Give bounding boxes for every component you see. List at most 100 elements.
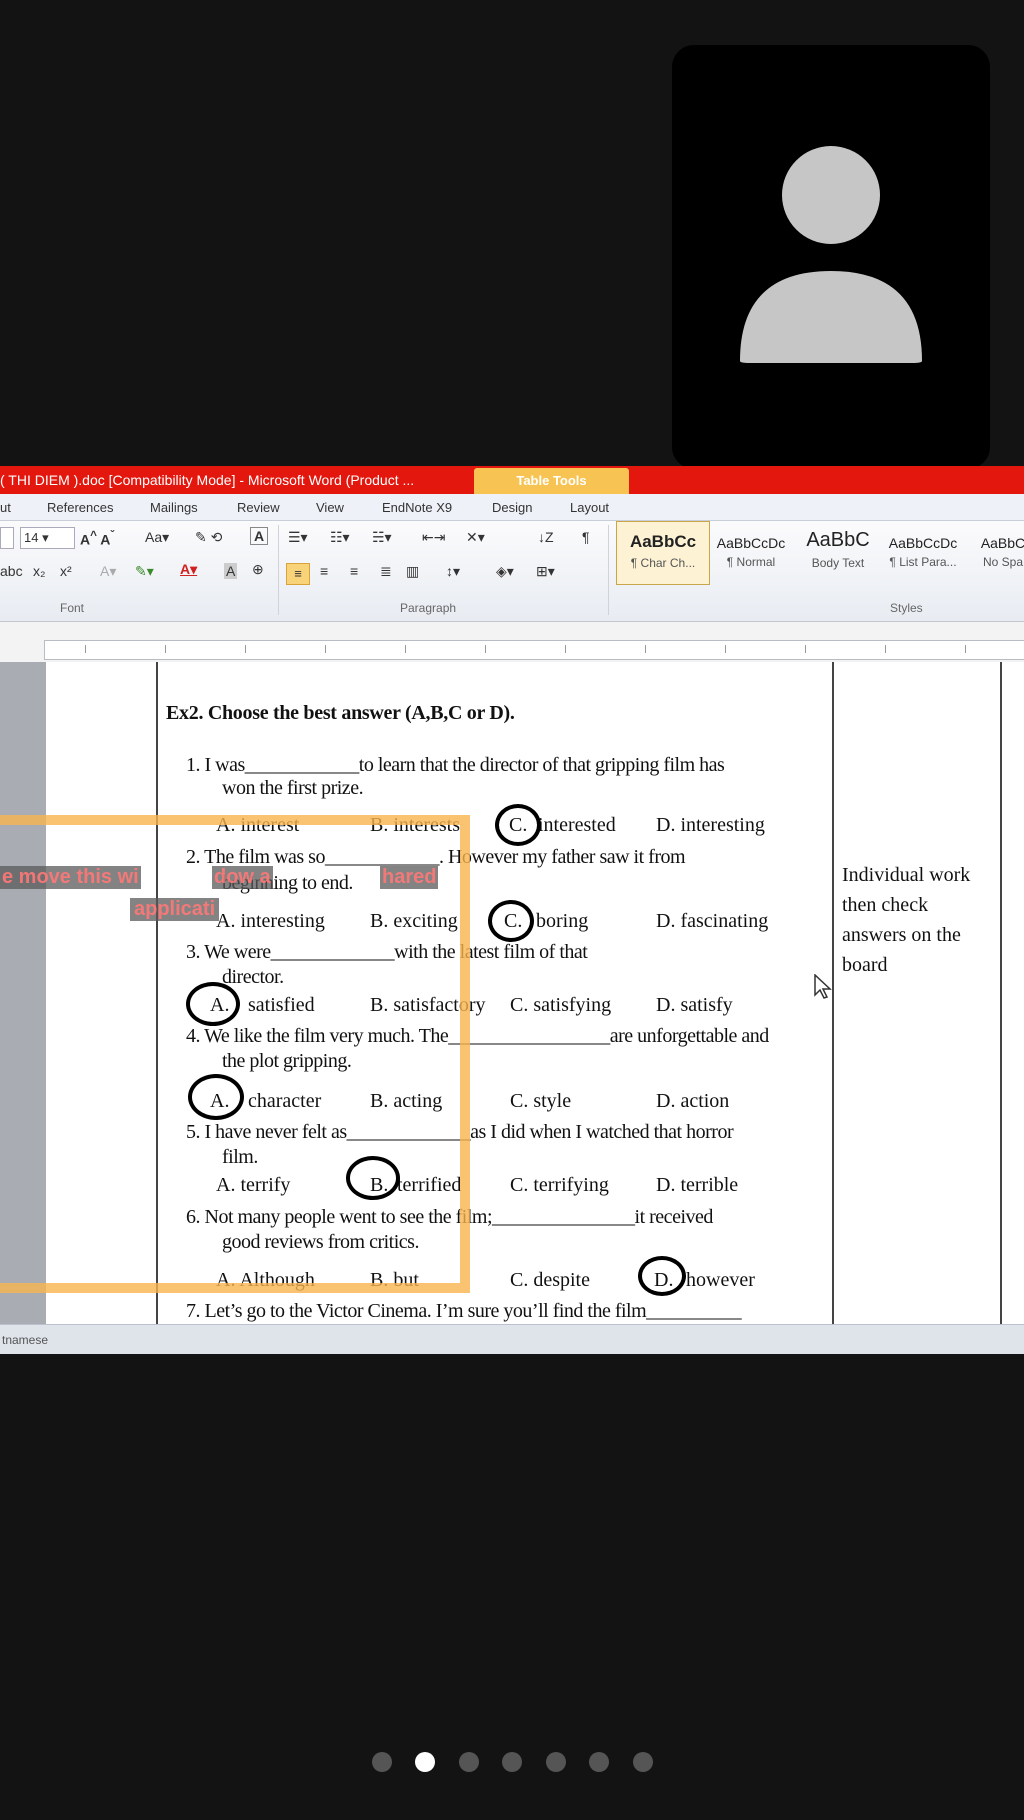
page-dot[interactable] — [545, 1752, 566, 1772]
q3-option-d: D. satisfy — [656, 994, 733, 1016]
align-center-icon[interactable]: ≡ — [320, 563, 328, 579]
tab-mailings[interactable]: Mailings — [150, 500, 198, 515]
bullets-icon[interactable]: ☰▾ — [288, 529, 308, 546]
style-normal[interactable]: AaBbCcDc ¶ Normal — [710, 521, 792, 583]
q2-option-c-text: boring — [536, 910, 589, 932]
q4-option-c: C. style — [510, 1090, 572, 1112]
window-title: ( THI DIEM ).doc [Compatibility Mode] - … — [0, 472, 415, 488]
line-spacing-icon[interactable]: ↕▾ — [446, 563, 460, 580]
ruler-tick — [805, 645, 806, 653]
q3-option-c: C. satisfying — [510, 994, 612, 1016]
ruler-tick — [885, 645, 886, 653]
multilevel-list-icon[interactable]: ☵▾ — [372, 529, 392, 546]
side-note-line: then check — [842, 894, 929, 916]
char-border-icon[interactable]: A — [250, 527, 269, 545]
page-dot[interactable] — [632, 1752, 653, 1772]
font-name-dropdown[interactable] — [0, 527, 14, 549]
tab-layout[interactable]: Layout — [570, 500, 609, 515]
strikethrough-icon[interactable]: abc — [0, 563, 23, 579]
enclose-char-icon[interactable]: ⊕ — [252, 561, 264, 578]
font-size-dropdown[interactable]: 14 ▾ — [20, 527, 75, 549]
style-name: Body Text — [811, 556, 865, 570]
style-preview: AaBbCc — [629, 532, 697, 551]
q6-option-d-text: however — [686, 1269, 755, 1291]
style-preview: AaBbC — [806, 529, 870, 551]
superscript-icon[interactable]: x² — [60, 563, 72, 579]
style-name: No Spa — [982, 555, 1024, 569]
question-1-line-2: won the first prize. — [222, 777, 364, 799]
distributed-icon[interactable]: ▥ — [406, 563, 419, 580]
answer-circle-q6 — [638, 1256, 686, 1296]
tab-review[interactable]: Review — [237, 500, 280, 515]
align-left-icon[interactable]: ≡ — [286, 563, 310, 585]
side-note-line: answers on the — [842, 924, 961, 946]
q5-option-c: C. terrifying — [510, 1174, 609, 1196]
sort-icon[interactable]: ↓Z — [538, 529, 554, 545]
asian-layout-icon[interactable]: ✕▾ — [466, 529, 485, 546]
style-preview: AaBbC — [980, 535, 1024, 551]
person-silhouette-icon — [740, 146, 922, 363]
ruler-tick — [645, 645, 646, 653]
style-name: ¶ Normal — [726, 555, 776, 569]
numbering-icon[interactable]: ☷▾ — [330, 529, 350, 546]
status-bar: tnamese — [0, 1324, 1024, 1354]
page-dot[interactable] — [502, 1752, 522, 1772]
show-marks-icon[interactable]: ¶ — [582, 529, 590, 545]
grow-font-icon[interactable]: A^ Aˇ — [80, 529, 114, 548]
change-case-icon[interactable]: Aa▾ — [145, 529, 169, 546]
style-char-ch[interactable]: AaBbCc ¶ Char Ch... — [616, 521, 710, 585]
style-name: ¶ List Para... — [889, 555, 957, 569]
ruler-tick — [965, 645, 966, 653]
highlight-icon[interactable]: ✎▾ — [135, 563, 154, 580]
q4-option-d: D. action — [656, 1090, 730, 1112]
shading-icon[interactable]: ◈▾ — [496, 563, 514, 580]
q5-option-d: D. terrible — [656, 1174, 739, 1196]
tab-partial[interactable]: ut — [0, 500, 11, 515]
tab-references[interactable]: References — [47, 500, 113, 515]
tab-design[interactable]: Design — [492, 500, 532, 515]
table-tools-label: Table Tools — [474, 468, 629, 494]
table-border — [832, 662, 834, 1324]
decrease-indent-icon[interactable]: ⇤⇥ — [422, 529, 445, 546]
align-right-icon[interactable]: ≡ — [350, 563, 358, 579]
font-size-value: 14 — [24, 530, 39, 545]
ribbon-tabs: ut References Mailings Review View EndNo… — [0, 494, 1024, 521]
side-note-line: Individual work — [842, 864, 971, 886]
style-body-text[interactable]: AaBbC Body Text — [796, 521, 880, 583]
page-dot[interactable] — [589, 1752, 609, 1772]
ruler-tick — [325, 645, 326, 653]
page-dot[interactable] — [415, 1752, 435, 1772]
borders-icon[interactable]: ⊞▾ — [536, 563, 555, 580]
page-dot[interactable] — [458, 1752, 479, 1772]
ruler-tick — [405, 645, 406, 653]
style-no-spacing[interactable]: AaBbC No Spa — [968, 521, 1024, 583]
text-effects-icon[interactable]: A▾ — [100, 563, 116, 580]
style-preview: AaBbCcDc — [716, 535, 786, 551]
ribbon: 14 ▾ A^ Aˇ Aa▾ ✎ ⟲ A abc x₂ x² A▾ ✎▾ A▾ … — [0, 521, 1024, 622]
styles-group-label: Styles — [890, 601, 923, 615]
ruler-tick — [565, 645, 566, 653]
char-shading-icon[interactable]: A — [224, 563, 238, 579]
clear-format-icon[interactable]: ✎ ⟲ — [195, 529, 222, 546]
title-bar: ( THI DIEM ).doc [Compatibility Mode] - … — [0, 466, 1024, 494]
question-1-line-1: 1. I was____________to learn that the di… — [186, 754, 725, 776]
tab-view[interactable]: View — [316, 500, 344, 515]
style-list-para[interactable]: AaBbCcDc ¶ List Para... — [882, 521, 964, 583]
side-note: Individual work then check answers on th… — [842, 860, 1002, 980]
subscript-icon[interactable]: x₂ — [33, 563, 45, 579]
question-7-line-1: 7. Let’s go to the Victor Cinema. I’m su… — [186, 1300, 742, 1322]
justify-icon[interactable]: ≣ — [380, 563, 392, 580]
mouse-cursor-icon — [814, 974, 832, 999]
horizontal-ruler[interactable] — [44, 640, 1024, 660]
share-warning-part: dow a — [212, 866, 273, 889]
font-color-icon[interactable]: A▾ — [180, 561, 197, 578]
answer-circle-q2 — [488, 900, 534, 942]
page-dot[interactable] — [371, 1752, 392, 1772]
separator — [278, 525, 279, 615]
paragraph-group-label: Paragraph — [400, 601, 457, 615]
tab-endnote[interactable]: EndNote X9 — [382, 500, 452, 515]
q1-option-c-text: interested — [538, 814, 616, 836]
participant-video-tile[interactable] — [672, 45, 990, 469]
status-language[interactable]: tnamese — [2, 1333, 48, 1347]
share-warning-part: applicati — [130, 898, 220, 921]
